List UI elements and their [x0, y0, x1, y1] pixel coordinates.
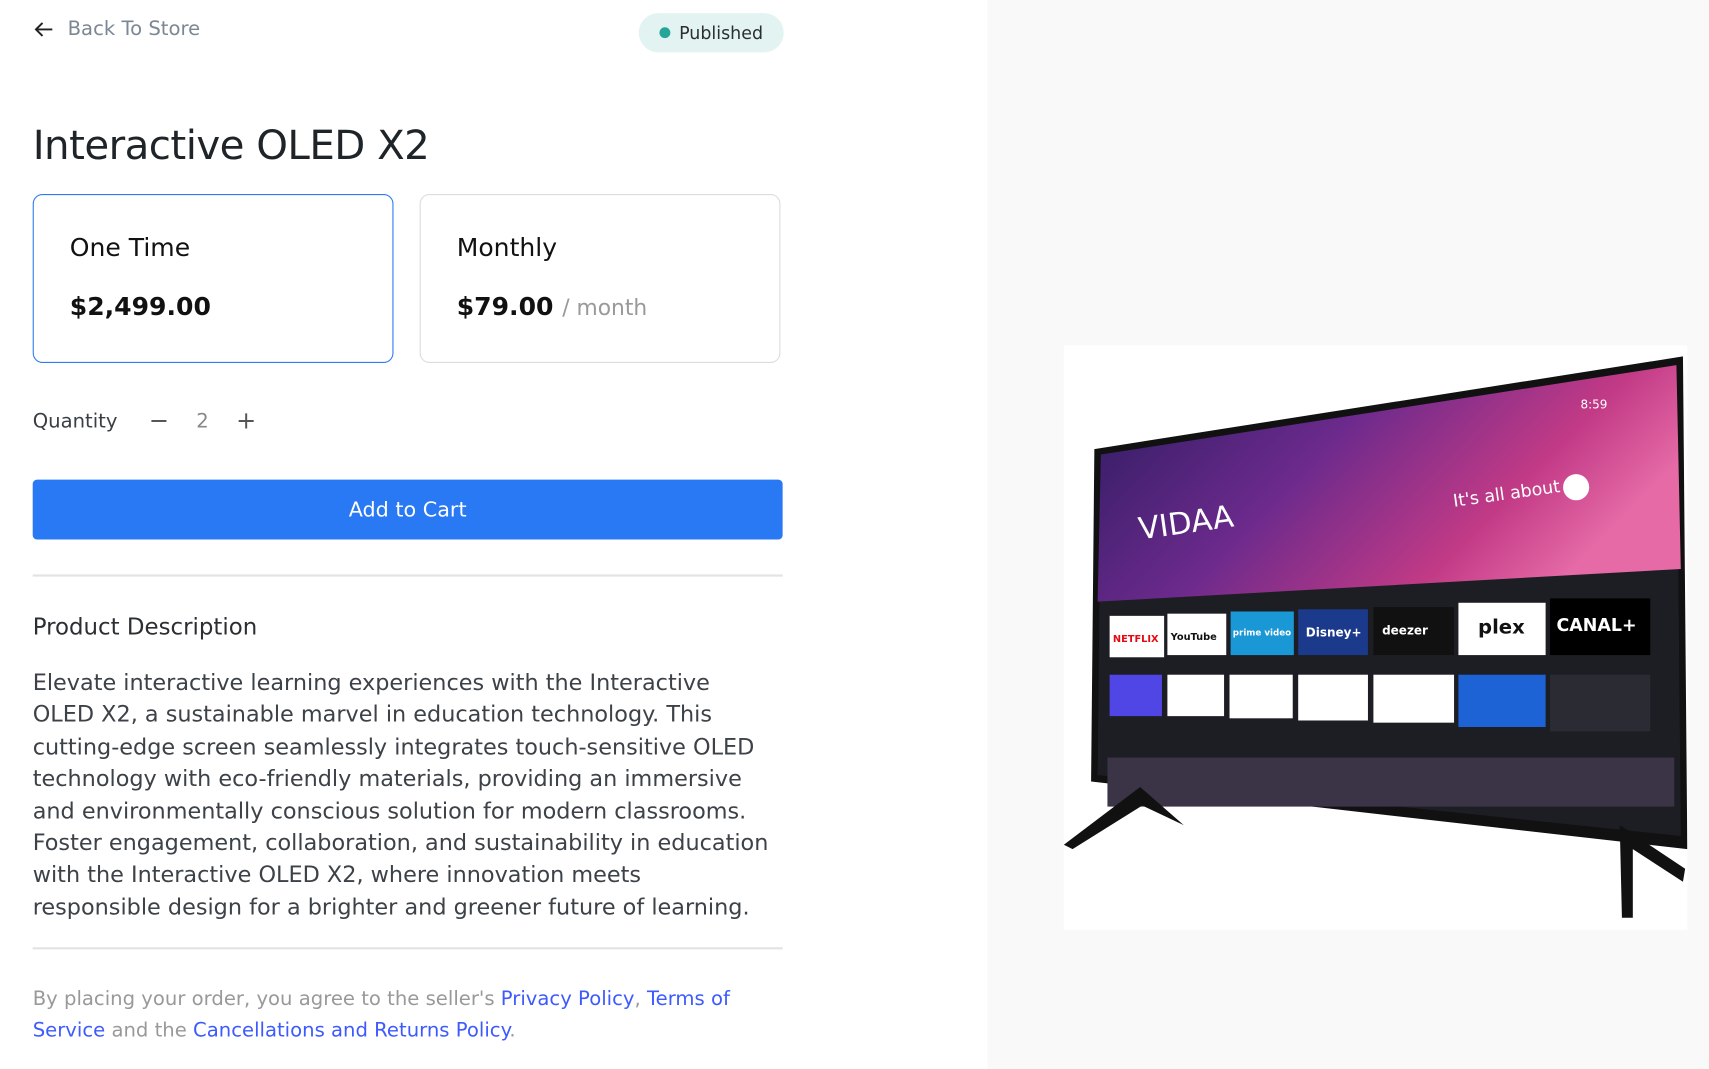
plan-period: / month	[562, 294, 648, 321]
status-dot-icon	[659, 27, 671, 39]
divider	[32, 574, 783, 577]
description-text: Elevate interactive learning experiences…	[32, 669, 769, 920]
app-tile-label: prime video	[1233, 628, 1291, 638]
plan-price: $2,499.00	[69, 293, 211, 322]
app-tile-label: YouTube	[1170, 632, 1217, 643]
back-to-store-link[interactable]: Back To Store	[33, 17, 201, 40]
plan-name: One Time	[69, 234, 191, 263]
status-badge: Published	[638, 13, 784, 53]
product-image[interactable]: VIDAA It's all about 8:59 NETFLIX YouTub…	[1063, 345, 1688, 930]
page-title: Interactive OLED X2	[32, 122, 430, 169]
arrow-left-icon	[34, 21, 53, 37]
quantity-label: Quantity	[32, 409, 118, 433]
legal-text: ,	[634, 987, 647, 1011]
decrement-button[interactable]: −	[137, 408, 181, 435]
plan-price: $79.00	[456, 293, 554, 322]
app-tile-label: plex	[1478, 615, 1525, 638]
legal-text: By placing your order, you agree to the …	[32, 987, 501, 1011]
increment-button[interactable]: +	[224, 408, 268, 435]
app-tile-label: CANAL+	[1557, 616, 1637, 636]
app-tile-label: NETFLIX	[1113, 634, 1159, 645]
privacy-policy-link[interactable]: Privacy Policy	[501, 988, 635, 1011]
plan-name: Monthly	[456, 234, 558, 263]
status-label: Published	[679, 22, 764, 44]
add-to-cart-button[interactable]: Add to Cart	[32, 479, 783, 540]
description-heading: Product Description	[32, 613, 258, 640]
app-tile-label: deezer	[1382, 623, 1428, 637]
tv-clock-text: 8:59	[1581, 398, 1608, 412]
app-tile-label: Disney+	[1306, 626, 1362, 640]
quantity-value[interactable]: 2	[181, 410, 225, 433]
divider	[32, 947, 783, 950]
legal-text: and the	[105, 1019, 194, 1043]
tv-illustration: VIDAA It's all about 8:59 NETFLIX YouTub…	[1063, 356, 1688, 918]
legal-text: .	[509, 1019, 516, 1043]
plan-option-one-time[interactable]: One Time $2,499.00	[32, 194, 394, 363]
quantity-stepper: Quantity − 2 +	[33, 408, 268, 435]
returns-policy-link[interactable]: Cancellations and Returns Policy	[193, 1020, 509, 1043]
plan-option-monthly[interactable]: Monthly $79.00 / month	[419, 194, 781, 363]
legal-notice: By placing your order, you agree to the …	[33, 983, 774, 1047]
back-label: Back To Store	[67, 17, 201, 41]
image-panel: VIDAA It's all about 8:59 NETFLIX YouTub…	[987, 0, 1709, 1069]
